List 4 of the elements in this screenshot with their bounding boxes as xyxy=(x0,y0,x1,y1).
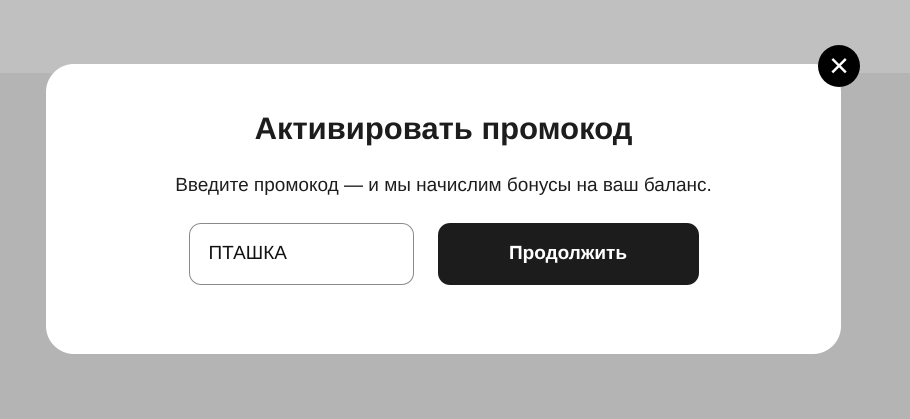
dialog-description: Введите промокод — и мы начислим бонусы на ваш баланс. xyxy=(174,174,713,198)
continue-button[interactable]: Продолжить xyxy=(438,223,698,285)
promo-code-field[interactable]: ПТАШКА xyxy=(188,223,414,285)
dialog-title: Активировать промокод xyxy=(254,110,634,148)
